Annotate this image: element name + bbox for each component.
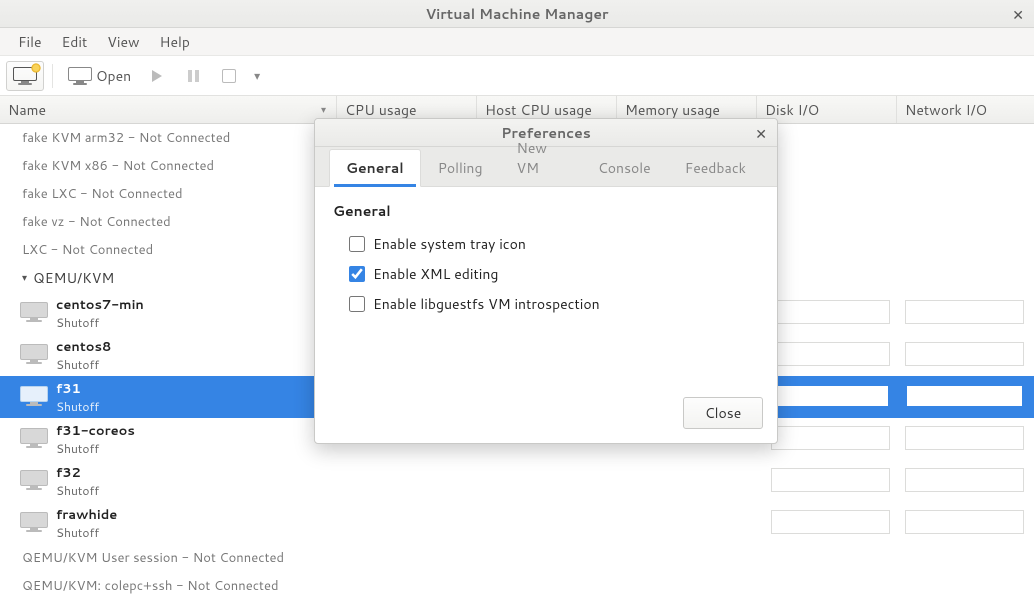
new-vm-button[interactable] (6, 61, 44, 91)
vm-name: f32 (56, 464, 99, 482)
vm-state: Shutoff (56, 440, 135, 457)
usage-row (771, 426, 1034, 450)
dialog-tabs: General Polling New VM Console Feedback (315, 147, 777, 187)
menu-edit[interactable]: Edit (52, 28, 98, 56)
vm-name: frawhide (56, 506, 117, 524)
window-titlebar: Virtual Machine Manager ✕ (0, 0, 1034, 28)
vm-monitor-icon (20, 344, 48, 366)
dialog-body: General Enable system tray icon Enable X… (315, 187, 777, 387)
dialog-close-icon[interactable]: ✕ (755, 124, 767, 144)
vm-monitor-icon (20, 470, 48, 492)
menu-help[interactable]: Help (150, 28, 200, 56)
vm-state: Shutoff (56, 356, 111, 373)
vm-monitor-icon (20, 512, 48, 534)
connection-row[interactable]: QEMU/KVM: colepc+ssh - Not Connected (0, 572, 1034, 596)
shutdown-button[interactable] (212, 61, 246, 91)
checkbox-xml[interactable] (349, 266, 365, 282)
toolbar-separator (52, 64, 53, 88)
shutdown-menu-caret[interactable]: ▾ (248, 67, 260, 84)
open-label: Open (96, 66, 131, 86)
pause-icon (188, 70, 199, 82)
option-tray[interactable]: Enable system tray icon (333, 229, 759, 259)
usage-row (771, 510, 1034, 534)
option-tray-label: Enable system tray icon (373, 234, 526, 254)
tab-feedback[interactable]: Feedback (668, 149, 763, 187)
usage-cell (905, 342, 1024, 366)
vm-monitor-icon (20, 302, 48, 324)
vm-state: Shutoff (56, 482, 99, 499)
run-button[interactable] (140, 61, 174, 91)
usage-cell (905, 510, 1024, 534)
usage-cell (905, 300, 1024, 324)
open-button[interactable]: Open (61, 61, 138, 91)
menu-file[interactable]: File (8, 28, 52, 56)
usage-row (771, 300, 1034, 324)
monitor-new-icon (13, 67, 37, 85)
tab-console[interactable]: Console (581, 149, 668, 187)
vm-monitor-icon (20, 428, 48, 450)
usage-cell (771, 300, 890, 324)
vm-monitor-icon (20, 386, 48, 408)
checkbox-tray[interactable] (349, 236, 365, 252)
connection-row[interactable]: QEMU/KVM User session - Not Connected (0, 544, 1034, 572)
vm-state: Shutoff (56, 398, 99, 415)
usage-row (771, 384, 1034, 408)
usage-cell (905, 384, 1024, 408)
menu-view[interactable]: View (97, 28, 149, 56)
option-libguestfs-label: Enable libguestfs VM introspection (373, 294, 600, 314)
play-icon (152, 70, 162, 82)
expand-caret-icon[interactable]: ▾ (22, 271, 27, 285)
usage-cell (771, 510, 890, 534)
usage-cell (771, 384, 890, 408)
window-title: Virtual Machine Manager (425, 4, 608, 24)
vm-state: Shutoff (56, 314, 144, 331)
option-xml-label: Enable XML editing (373, 264, 498, 284)
stop-icon (222, 69, 236, 83)
column-name-label: Name (8, 100, 46, 120)
vm-name: centos8 (56, 338, 111, 356)
sort-indicator-icon: ▾ (321, 103, 326, 117)
dialog-footer: Close (315, 387, 777, 443)
usage-cell (771, 342, 890, 366)
usage-cell (905, 468, 1024, 492)
vm-name: f31 (56, 380, 99, 398)
toolbar: Open ▾ (0, 56, 1034, 96)
monitor-icon (68, 67, 92, 85)
close-button[interactable]: Close (683, 397, 763, 429)
tab-polling[interactable]: Polling (421, 149, 500, 187)
group-label: QEMU/KVM (33, 268, 114, 288)
vm-name: f31-coreos (56, 422, 135, 440)
tab-general[interactable]: General (329, 149, 421, 187)
checkbox-libguestfs[interactable] (349, 296, 365, 312)
menubar: File Edit View Help (0, 28, 1034, 56)
usage-row (771, 468, 1034, 492)
option-libguestfs[interactable]: Enable libguestfs VM introspection (333, 289, 759, 319)
usage-cell (905, 426, 1024, 450)
option-xml[interactable]: Enable XML editing (333, 259, 759, 289)
column-net[interactable]: Network I/O (896, 96, 1034, 123)
pause-button[interactable] (176, 61, 210, 91)
section-heading: General (333, 201, 759, 221)
vm-state: Shutoff (56, 524, 117, 541)
usage-cell (771, 426, 890, 450)
usage-cell (771, 468, 890, 492)
usage-row (771, 342, 1034, 366)
vm-name: centos7-min (56, 296, 144, 314)
tab-newvm[interactable]: New VM (500, 129, 581, 187)
window-close-icon[interactable]: ✕ (1012, 5, 1024, 25)
preferences-dialog: Preferences ✕ General Polling New VM Con… (314, 118, 778, 444)
column-name[interactable]: Name ▾ (0, 96, 336, 123)
